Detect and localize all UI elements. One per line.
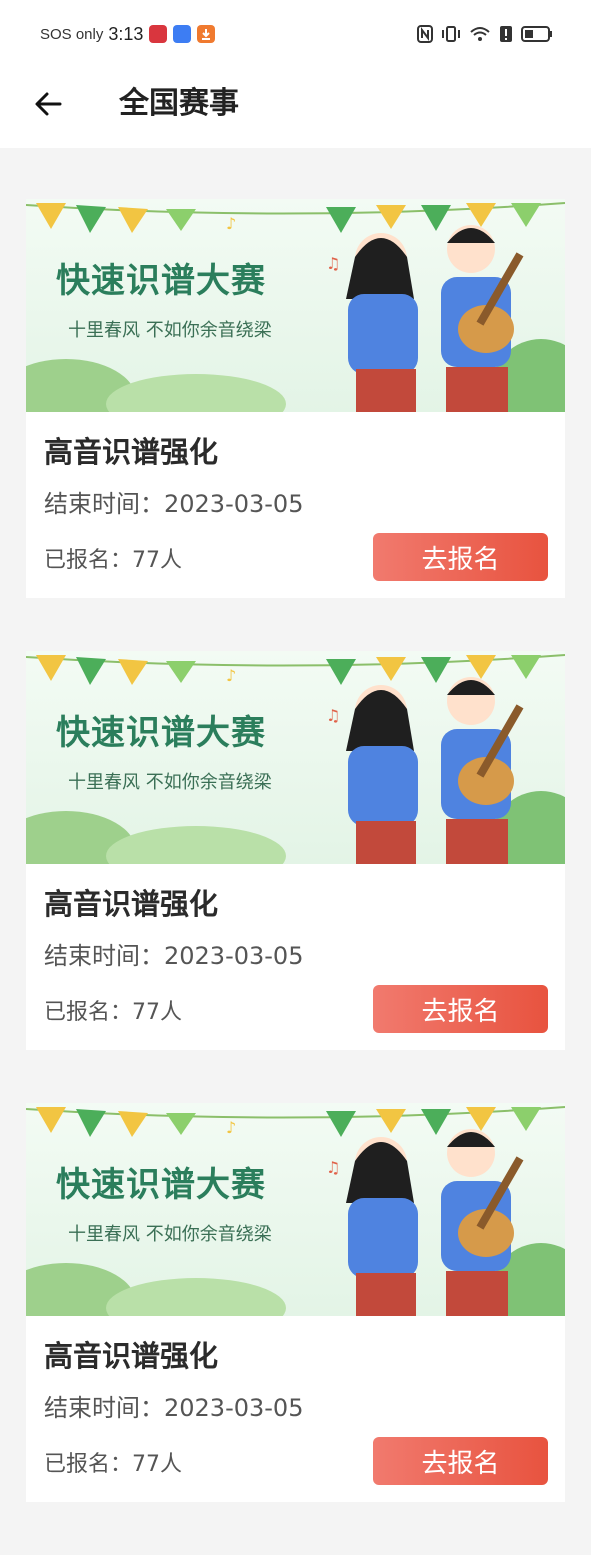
event-end-time: 结束时间：2023-03-05 (44, 942, 304, 970)
event-list: ♪ ♫ 快速识谱大赛 十里春风 不如你余音绕梁 高音识谱强化 结束时间：2023… (26, 199, 565, 1555)
event-signup-count: 已报名：77人 (44, 1452, 182, 1477)
event-card[interactable]: ♪ ♫ 快速识谱大赛 十里春风 不如你余音绕梁 高音识谱强化 结束时间：2023… (26, 1103, 565, 1502)
signup-button[interactable]: 去报名 (373, 1437, 548, 1485)
event-banner-image: ♪ ♫ 快速识谱大赛 十里春风 不如你余音绕梁 (26, 1103, 565, 1316)
vibrate-icon (442, 26, 460, 42)
event-title: 高音识谱强化 (44, 435, 219, 469)
banner-title: 快速识谱大赛 (56, 713, 266, 753)
event-banner-image: ♪ ♫ 快速识谱大赛 十里春风 不如你余音绕梁 (26, 651, 565, 864)
svg-text:♪: ♪ (226, 1118, 236, 1137)
page-title: 全国赛事 (119, 86, 239, 121)
event-card[interactable]: ♪ ♫ 快速识谱大赛 十里春风 不如你余音绕梁 高音识谱强化 结束时间：2023… (26, 199, 565, 598)
alert-icon (500, 26, 512, 42)
banner-subtitle: 十里春风 不如你余音绕梁 (68, 772, 272, 793)
event-title: 高音识谱强化 (44, 887, 219, 921)
banner-subtitle: 十里春风 不如你余音绕梁 (68, 320, 272, 341)
event-end-time: 结束时间：2023-03-05 (44, 490, 304, 518)
event-signup-count: 已报名：77人 (44, 548, 182, 573)
svg-text:♫: ♫ (326, 706, 340, 725)
event-banner-image: ♪ ♫ 快速识谱大赛 十里春风 不如你余音绕梁 (26, 199, 565, 412)
download-notification-icon (197, 25, 216, 43)
status-bar: SOS only 3:13 (0, 0, 591, 66)
event-title: 高音识谱强化 (44, 1339, 219, 1373)
wifi-icon (470, 27, 490, 41)
arrow-left-icon (35, 92, 62, 116)
back-button[interactable] (28, 84, 68, 124)
battery-icon (521, 26, 552, 42)
mail-notification-icon (173, 25, 192, 43)
app-notification-icon (149, 25, 168, 43)
event-signup-count: 已报名：77人 (44, 1000, 182, 1025)
svg-text:♪: ♪ (226, 214, 236, 233)
app-header: 全国赛事 (0, 66, 591, 148)
carrier-label: SOS only (40, 25, 104, 43)
banner-title: 快速识谱大赛 (56, 1165, 266, 1205)
svg-text:♪: ♪ (226, 666, 236, 685)
status-time: 3:13 (108, 23, 144, 44)
event-card[interactable]: ♪ ♫ 快速识谱大赛 十里春风 不如你余音绕梁 高音识谱强化 结束时间：2023… (26, 651, 565, 1050)
signup-button[interactable]: 去报名 (373, 533, 548, 581)
nfc-icon (417, 25, 433, 43)
event-end-time: 结束时间：2023-03-05 (44, 1394, 304, 1422)
svg-text:♫: ♫ (326, 254, 340, 273)
svg-text:♫: ♫ (326, 1158, 340, 1177)
signup-button[interactable]: 去报名 (373, 985, 548, 1033)
banner-subtitle: 十里春风 不如你余音绕梁 (68, 1224, 272, 1245)
banner-title: 快速识谱大赛 (56, 261, 266, 301)
